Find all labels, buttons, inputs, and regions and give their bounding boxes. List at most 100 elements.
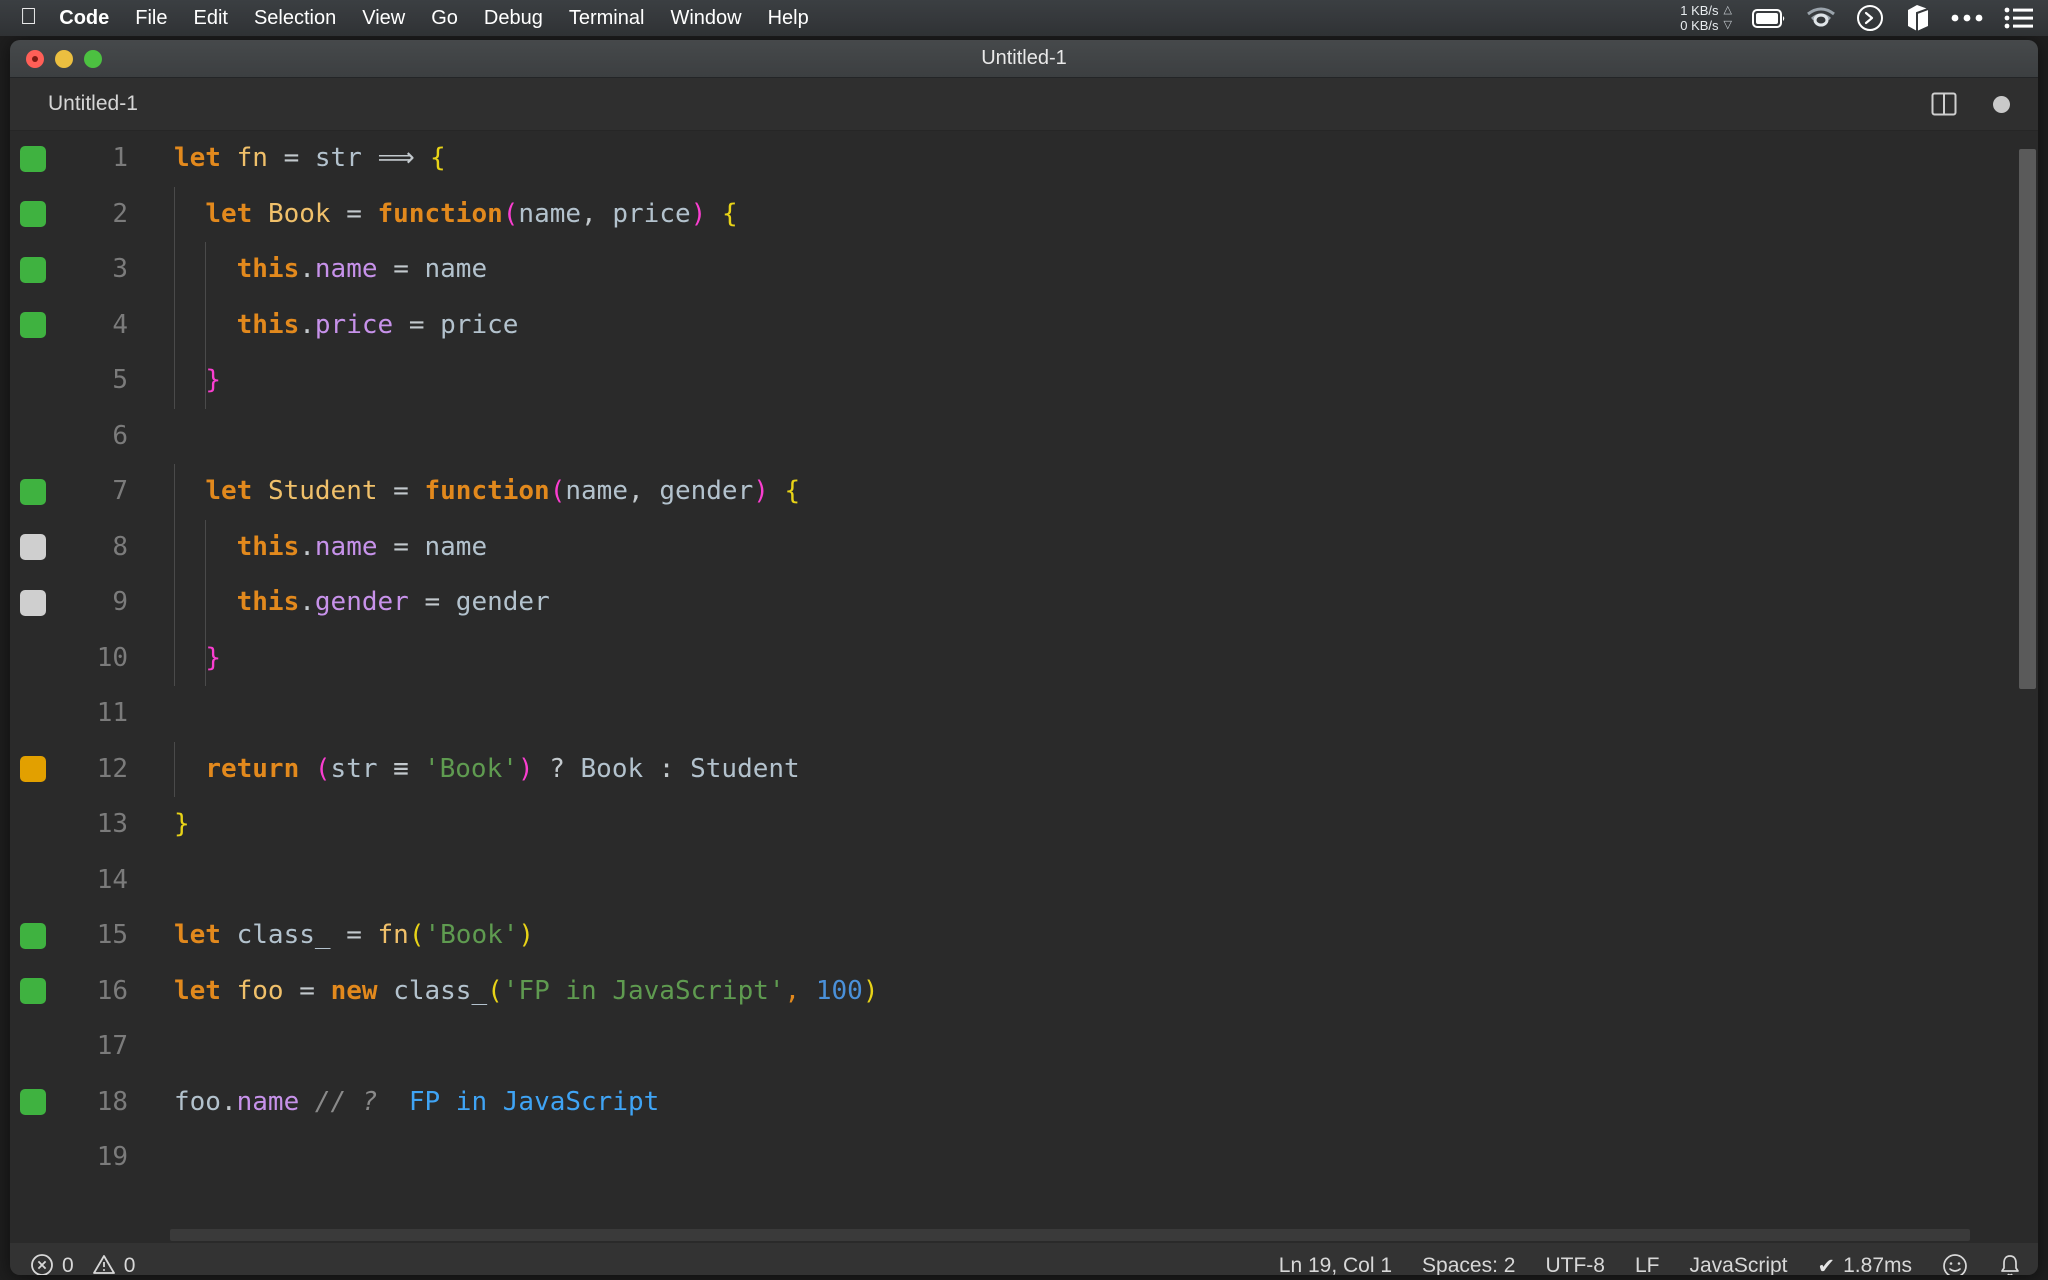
gutter-marker-cell[interactable] xyxy=(10,534,56,560)
line-number: 13 xyxy=(56,797,136,853)
gutter-marker-cell[interactable] xyxy=(10,590,56,616)
gutter-marker-grey[interactable] xyxy=(20,590,46,616)
line-number: 19 xyxy=(56,1130,136,1186)
code-line[interactable]: 19 xyxy=(10,1130,2038,1186)
menu-item-file[interactable]: File xyxy=(135,7,167,30)
menu-item-debug[interactable]: Debug xyxy=(484,7,543,30)
editor-tab-strip: Untitled-1 xyxy=(10,78,2038,131)
apple-logo-icon[interactable]:  xyxy=(20,5,37,28)
code-text: let foo = new class_('FP in JavaScript',… xyxy=(136,964,878,1020)
window-title: Untitled-1 xyxy=(10,47,2038,70)
split-editor-icon[interactable] xyxy=(1929,89,1959,119)
code-line[interactable]: 5 } xyxy=(10,353,2038,409)
code-line[interactable]: 4 this.price = price xyxy=(10,298,2038,354)
code-line[interactable]: 1 let fn = str ⟹ { xyxy=(10,131,2038,187)
code-content[interactable]: 1 let fn = str ⟹ { 2 let Book = function… xyxy=(10,131,2038,1243)
terminal-icon[interactable] xyxy=(1856,4,1884,32)
problems-indicator[interactable]: 0 0 xyxy=(30,1253,135,1275)
close-button[interactable] xyxy=(26,50,44,68)
download-arrow-icon: ▽ xyxy=(1724,18,1732,33)
menu-item-help[interactable]: Help xyxy=(768,7,809,30)
tab-untitled-1[interactable]: Untitled-1 xyxy=(10,78,166,130)
code-line[interactable]: 18 foo.name // ? FP in JavaScript xyxy=(10,1075,2038,1131)
minimize-button[interactable] xyxy=(55,50,73,68)
line-number: 6 xyxy=(56,409,136,465)
horizontal-scrollbar-thumb[interactable] xyxy=(170,1229,1970,1241)
horizontal-scrollbar[interactable] xyxy=(10,1227,2038,1243)
gutter-marker-green[interactable] xyxy=(20,146,46,172)
gutter-marker-cell[interactable] xyxy=(10,978,56,1004)
language-mode[interactable]: JavaScript xyxy=(1689,1254,1787,1275)
gutter-marker-cell[interactable] xyxy=(10,201,56,227)
line-ending-setting[interactable]: LF xyxy=(1635,1254,1660,1275)
code-line[interactable]: 10 } xyxy=(10,631,2038,687)
code-line[interactable]: 16 let foo = new class_('FP in JavaScrip… xyxy=(10,964,2038,1020)
wifi-icon[interactable] xyxy=(1806,7,1836,29)
code-line[interactable]: 2 let Book = function(name, price) { xyxy=(10,187,2038,243)
gutter-marker-green[interactable] xyxy=(20,1089,46,1115)
gutter-marker-green[interactable] xyxy=(20,312,46,338)
unsaved-dot-icon[interactable] xyxy=(1993,96,2010,113)
code-line[interactable]: 15 let class_ = fn('Book') xyxy=(10,908,2038,964)
code-text: } xyxy=(136,353,221,409)
status-bar: 0 0 Ln 19, Col 1 Spaces: 2 UTF-8 LF Java… xyxy=(10,1243,2038,1275)
menu-item-code[interactable]: Code xyxy=(59,7,109,30)
run-time-indicator[interactable]: ✔ 1.87ms xyxy=(1818,1254,1912,1276)
code-text: this.price = price xyxy=(136,298,518,354)
code-line[interactable]: 8 this.name = name xyxy=(10,520,2038,576)
smiley-icon[interactable] xyxy=(1942,1253,1968,1275)
gutter-marker-cell[interactable] xyxy=(10,312,56,338)
encoding-setting[interactable]: UTF-8 xyxy=(1545,1254,1605,1275)
gutter-marker-green[interactable] xyxy=(20,201,46,227)
code-line[interactable]: 13 } xyxy=(10,797,2038,853)
gutter-marker-grey[interactable] xyxy=(20,534,46,560)
code-text: let Book = function(name, price) { xyxy=(136,187,738,243)
code-editor[interactable]: 1 let fn = str ⟹ { 2 let Book = function… xyxy=(10,131,2038,1243)
gutter-marker-cell[interactable] xyxy=(10,146,56,172)
list-icon[interactable] xyxy=(2004,7,2034,29)
tab-label: Untitled-1 xyxy=(48,92,138,116)
line-number: 1 xyxy=(56,131,136,187)
code-line[interactable]: 17 xyxy=(10,1019,2038,1075)
menu-item-selection[interactable]: Selection xyxy=(254,7,336,30)
ellipsis-icon[interactable] xyxy=(1950,13,1984,23)
battery-icon[interactable] xyxy=(1752,9,1786,28)
gutter-marker-cell[interactable] xyxy=(10,1089,56,1115)
code-text: let class_ = fn('Book') xyxy=(136,908,534,964)
maximize-button[interactable] xyxy=(84,50,102,68)
code-line[interactable]: 12 return (str ≡ 'Book') ? Book : Studen… xyxy=(10,742,2038,798)
code-line[interactable]: 11 xyxy=(10,686,2038,742)
code-line[interactable]: 6 xyxy=(10,409,2038,465)
line-number: 9 xyxy=(56,575,136,631)
gutter-marker-green[interactable] xyxy=(20,257,46,283)
menubar-tray: 1 KB/s 0 KB/s △ ▽ xyxy=(1680,3,2034,33)
code-text: return (str ≡ 'Book') ? Book : Student xyxy=(136,742,800,798)
gutter-marker-green[interactable] xyxy=(20,923,46,949)
network-speed-indicator[interactable]: 1 KB/s 0 KB/s △ ▽ xyxy=(1680,3,1732,33)
menu-item-go[interactable]: Go xyxy=(431,7,458,30)
gutter-marker-green[interactable] xyxy=(20,978,46,1004)
gutter-marker-cell[interactable] xyxy=(10,479,56,505)
code-line[interactable]: 7 let Student = function(name, gender) { xyxy=(10,464,2038,520)
bell-icon[interactable] xyxy=(1998,1253,2022,1275)
vertical-scrollbar-thumb[interactable] xyxy=(2019,149,2036,689)
menu-item-edit[interactable]: Edit xyxy=(193,7,227,30)
gutter-marker-cell[interactable] xyxy=(10,923,56,949)
check-mark-icon: ✔ xyxy=(1818,1254,1836,1276)
line-number: 7 xyxy=(56,464,136,520)
menu-item-view[interactable]: View xyxy=(362,7,405,30)
indentation-setting[interactable]: Spaces: 2 xyxy=(1422,1254,1515,1275)
cursor-position[interactable]: Ln 19, Col 1 xyxy=(1279,1254,1392,1275)
line-number: 10 xyxy=(56,631,136,687)
code-line[interactable]: 14 xyxy=(10,853,2038,909)
gutter-marker-orange[interactable] xyxy=(20,756,46,782)
menu-item-terminal[interactable]: Terminal xyxy=(569,7,645,30)
code-line[interactable]: 9 this.gender = gender xyxy=(10,575,2038,631)
gutter-marker-green[interactable] xyxy=(20,479,46,505)
menu-item-window[interactable]: Window xyxy=(670,7,741,30)
vertical-scrollbar[interactable] xyxy=(2016,131,2038,1243)
gutter-marker-cell[interactable] xyxy=(10,257,56,283)
gutter-marker-cell[interactable] xyxy=(10,756,56,782)
code-line[interactable]: 3 this.name = name xyxy=(10,242,2038,298)
cube-icon[interactable] xyxy=(1904,4,1930,32)
